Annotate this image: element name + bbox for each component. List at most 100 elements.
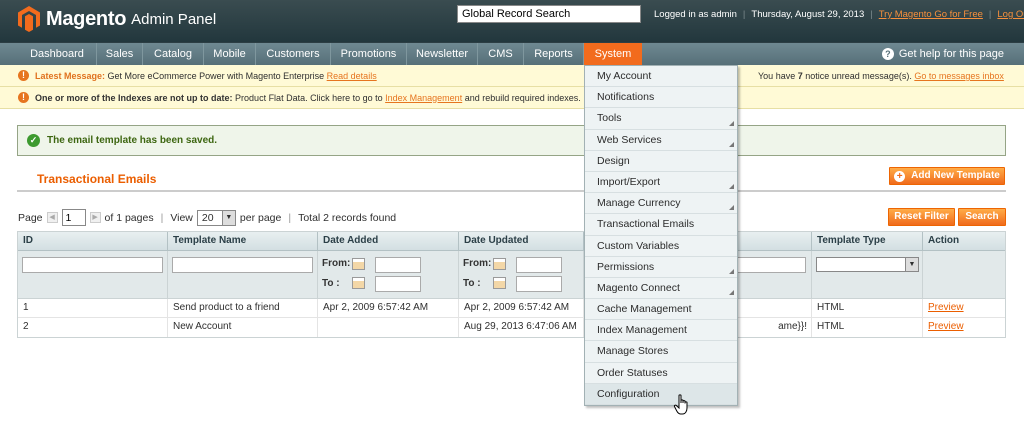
filter-name-input[interactable] [172, 257, 313, 273]
col-id[interactable]: ID [18, 232, 168, 250]
system-menu-item[interactable]: Magento Connect [585, 277, 737, 300]
index-warning-title: One or more of the Indexes are not up to… [35, 92, 233, 103]
page-number-input[interactable] [61, 209, 86, 226]
chevron-down-icon: ▼ [905, 258, 918, 271]
filter-added-to[interactable] [375, 276, 421, 292]
preview-link[interactable]: Preview [928, 321, 964, 332]
add-new-template-button[interactable]: + Add New Template [889, 167, 1005, 185]
search-button[interactable]: Search [958, 208, 1006, 226]
system-menu-item-label: Cache Management [597, 303, 692, 316]
help-text: Get help for this page [898, 48, 1004, 60]
submenu-arrow-icon [729, 268, 734, 274]
latest-message-text: Get More eCommerce Power with Magento En… [107, 70, 325, 81]
col-date-added[interactable]: Date Added [318, 232, 459, 250]
system-menu-item[interactable]: Notifications [585, 87, 737, 109]
filter-updated-from[interactable] [516, 257, 562, 273]
nav-dashboard[interactable]: Dashboard [18, 43, 97, 65]
reset-filter-button[interactable]: Reset Filter [888, 208, 955, 226]
admin-app: Magento Admin Panel Logged in as admin |… [0, 0, 1024, 434]
submenu-arrow-icon [729, 120, 734, 126]
hand-cursor-icon [673, 394, 688, 415]
nav-reports[interactable]: Reports [524, 43, 584, 65]
filter-type-select[interactable]: ▼ [816, 257, 919, 272]
system-menu-item-label: My Account [597, 70, 652, 82]
system-menu-item[interactable]: Transactional Emails [585, 214, 737, 236]
nav-promotions[interactable]: Promotions [331, 43, 407, 65]
checkmark-icon: ✓ [27, 134, 40, 147]
logo-text: Magento [46, 7, 127, 30]
system-menu-item-label: Custom Variables [597, 239, 680, 252]
system-menu-item[interactable]: Permissions [585, 256, 737, 278]
read-details-link[interactable]: Read details [327, 71, 377, 81]
prev-page-icon[interactable]: ◀ [46, 212, 58, 223]
success-message: ✓ The email template has been saved. [17, 125, 1006, 156]
system-menu-item[interactable]: Import/Export [585, 171, 737, 194]
col-template-type[interactable]: Template Type [812, 232, 923, 250]
system-menu-item[interactable]: Manage Stores [585, 341, 737, 363]
system-menu-item-label: Import/Export [597, 175, 661, 188]
col-date-updated[interactable]: Date Updated [459, 232, 584, 250]
nav-mobile[interactable]: Mobile [204, 43, 256, 65]
logo[interactable]: Magento Admin Panel [18, 6, 216, 32]
calendar-icon[interactable] [493, 258, 506, 270]
system-menu-item[interactable]: My Account [585, 66, 737, 88]
system-menu-item[interactable]: Custom Variables [585, 235, 737, 257]
unread-count: 7 [797, 71, 803, 81]
calendar-icon[interactable] [352, 258, 365, 270]
calendar-icon[interactable] [493, 277, 506, 289]
magento-logo-icon [18, 6, 40, 32]
system-menu-item[interactable]: Index Management [585, 320, 737, 342]
filter-updated-to[interactable] [516, 276, 562, 292]
title-divider [17, 190, 1006, 192]
filter-subject-input[interactable] [734, 257, 806, 273]
system-menu-item[interactable]: Order Statuses [585, 362, 737, 384]
system-menu-item-label: Order Statuses [597, 366, 668, 379]
calendar-icon[interactable] [352, 277, 365, 289]
plus-icon: + [894, 170, 906, 182]
system-dropdown-menu: My Account Notifications Tools Web Services… [584, 65, 738, 406]
col-template-name[interactable]: Template Name [168, 232, 318, 250]
system-menu-item-label: Index Management [597, 324, 687, 337]
messages-inbox-link[interactable]: Go to messages inbox [914, 71, 1004, 81]
logout-link[interactable]: Log Out [997, 9, 1024, 20]
nav-system[interactable]: System [584, 43, 642, 65]
try-magento-go-link[interactable]: Try Magento Go for Free [879, 9, 983, 20]
unread-messages: You have 7 notice unread message(s). Go … [758, 71, 1004, 81]
nav-catalog[interactable]: Catalog [143, 43, 204, 65]
preview-link[interactable]: Preview [928, 302, 964, 313]
system-menu-item-label: Manage Stores [597, 345, 669, 358]
table-row[interactable]: 1 Send product to a friend Apr 2, 2009 6… [18, 299, 1005, 318]
index-warning-text: Product Flat Data. Click here to go to [235, 92, 383, 103]
main-nav: Dashboard Sales Catalog Mobile Customers… [0, 42, 1024, 65]
next-page-icon[interactable]: ▶ [89, 212, 101, 223]
system-menu-item-label: Magento Connect [597, 281, 680, 294]
grid-filter-row: From: To : From: To : ▼ [18, 251, 1005, 299]
system-menu-item[interactable]: Manage Currency [585, 193, 737, 215]
help-link[interactable]: ? Get help for this page [881, 43, 1004, 65]
nav-customers[interactable]: Customers [256, 43, 331, 65]
nav-newsletter[interactable]: Newsletter [407, 43, 478, 65]
logged-in-text: Logged in as admin [654, 9, 737, 20]
templates-grid: ID Template Name Date Added Date Updated… [17, 231, 1006, 338]
nav-cms[interactable]: CMS [478, 43, 524, 65]
system-menu-item[interactable]: Web Services [585, 129, 737, 151]
nav-sales[interactable]: Sales [97, 43, 143, 65]
logo-subtitle: Admin Panel [131, 10, 217, 28]
filter-added-from[interactable] [375, 257, 421, 273]
system-menu-item[interactable]: Configuration [585, 383, 737, 405]
global-search-input[interactable] [457, 5, 641, 23]
filter-id-input[interactable] [22, 257, 163, 273]
table-row[interactable]: 2 New Account Aug 29, 2013 6:47:06 AM am… [18, 318, 1005, 337]
system-menu-item[interactable]: Design [585, 150, 737, 172]
grid-header: ID Template Name Date Added Date Updated… [18, 232, 1005, 251]
view-label: View [170, 211, 193, 224]
warning-icon: ! [18, 92, 29, 103]
system-menu-item[interactable]: Tools [585, 108, 737, 130]
submenu-arrow-icon [729, 141, 734, 147]
system-menu-item[interactable]: Cache Management [585, 299, 737, 321]
index-management-link[interactable]: Index Management [385, 93, 462, 103]
per-page-select[interactable]: 20 ▼ [196, 209, 236, 226]
total-records: Total 2 records found [298, 211, 397, 224]
pager: Page ◀ ▶ of 1 pages | View 20 ▼ per page… [18, 209, 396, 226]
of-pages-text: of 1 pages [104, 211, 154, 224]
